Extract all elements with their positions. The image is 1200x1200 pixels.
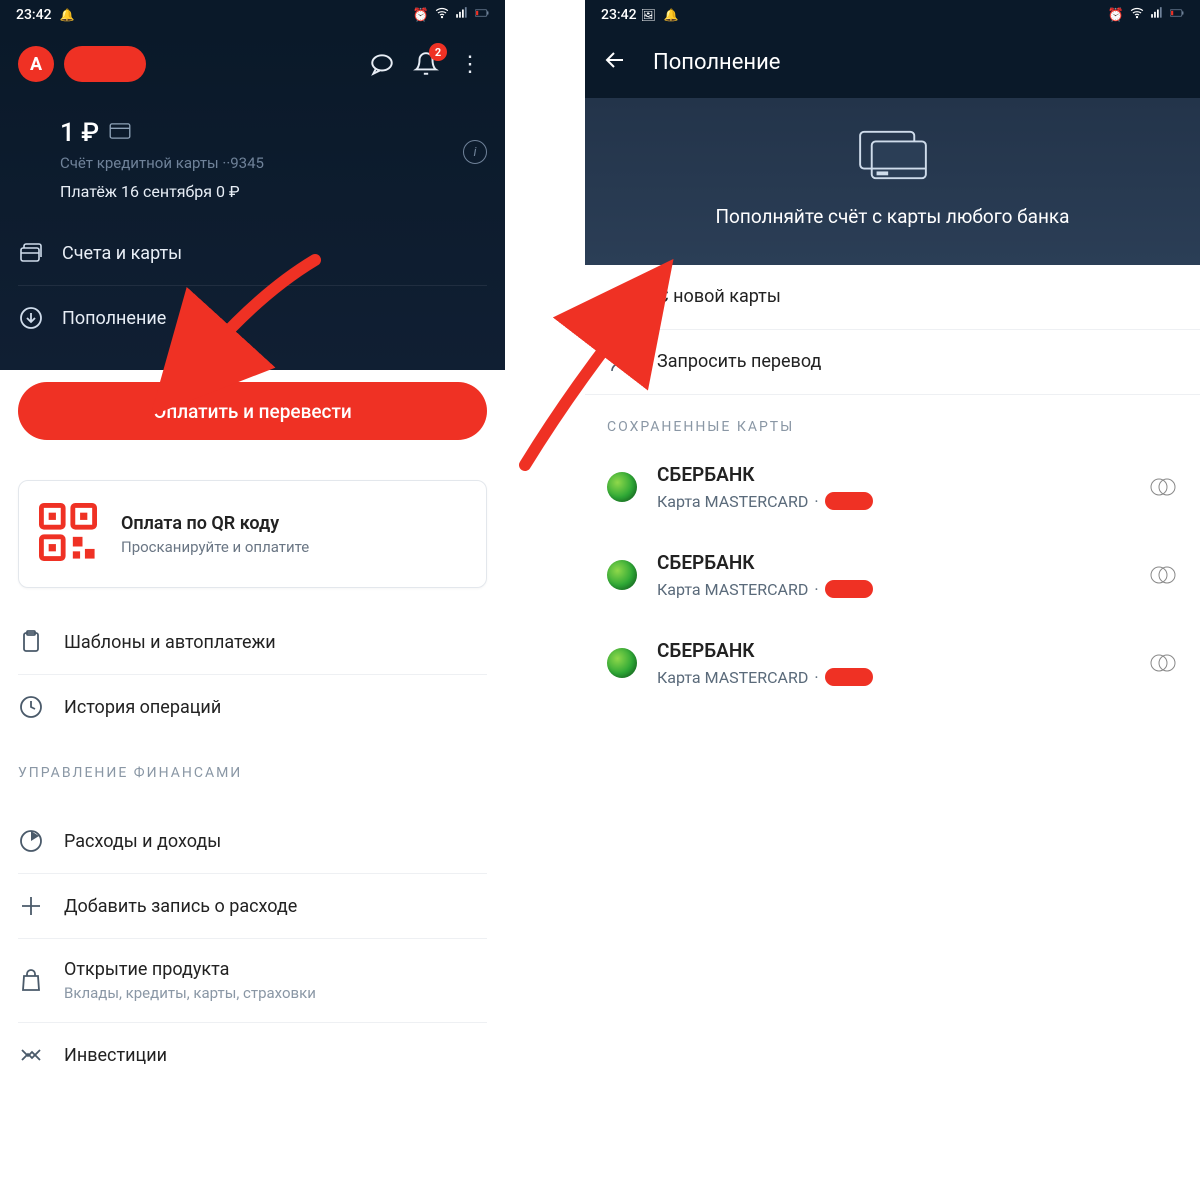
battery-icon	[1170, 6, 1184, 24]
open-product-subtitle: Вклады, кредиты, карты, страховки	[64, 984, 316, 1002]
saved-cards-header: СОХРАНЕННЫЕ КАРТЫ	[585, 395, 1200, 443]
plus-icon	[607, 285, 635, 309]
info-icon[interactable]: i	[463, 140, 487, 164]
balance-amount: 1 ₽	[60, 118, 99, 148]
qr-pay-card[interactable]: 01 Оплата по QR коду Просканируйте и опл…	[18, 480, 487, 588]
clipboard-icon	[18, 630, 44, 654]
cards-stack-icon	[18, 241, 44, 265]
clock-icon	[18, 695, 44, 719]
add-expense-label: Добавить запись о расходе	[64, 896, 297, 917]
battery-icon	[475, 6, 489, 24]
left-phone-screen: 23:42 🔔 ⏰ A 2	[0, 0, 505, 1200]
chat-icon[interactable]	[365, 47, 399, 81]
history-item[interactable]: История операций	[18, 675, 487, 739]
account-header: A 2 ⋮ 1 ₽ Счёт кредитной карты ··9345 Пл…	[0, 30, 505, 370]
open-product-label: Открытие продукта	[64, 959, 316, 980]
back-arrow-icon[interactable]	[603, 48, 627, 76]
alarm-icon: ⏰	[413, 8, 429, 23]
qr-code-icon	[39, 503, 97, 565]
status-bar: 23:42 🖼 🔔 ⏰	[585, 0, 1200, 30]
alarm-icon: ⏰	[1108, 8, 1124, 23]
wifi-icon	[1130, 6, 1144, 24]
expenses-item[interactable]: Расходы и доходы	[18, 809, 487, 874]
card-number-redacted	[825, 580, 873, 598]
sberbank-logo-icon	[607, 560, 637, 590]
saved-card-row[interactable]: СБЕРБАНК Карта MASTERCARD ·	[585, 443, 1200, 531]
saved-card-type: Карта MASTERCARD	[657, 492, 808, 511]
trending-icon	[18, 1043, 44, 1067]
notification-indicator-icon: 🔔	[664, 8, 679, 22]
request-transfer-label: Запросить перевод	[657, 351, 821, 372]
wifi-icon	[435, 6, 449, 24]
hero-text: Пополняйте счёт с карты любого банка	[715, 204, 1069, 231]
topup-item[interactable]: Пополнение	[18, 285, 487, 350]
pay-transfer-label: Оплатить и перевести	[153, 400, 352, 423]
invest-label: Инвестиции	[64, 1045, 167, 1066]
card-number-redacted	[825, 668, 873, 686]
open-product-item[interactable]: Открытие продукта Вклады, кредиты, карты…	[18, 939, 487, 1023]
shopping-bag-icon	[18, 969, 44, 993]
pay-transfer-button[interactable]: Оплатить и перевести	[18, 382, 487, 440]
account-label: Счёт кредитной карты ··9345	[60, 154, 487, 172]
history-label: История операций	[64, 697, 221, 718]
saved-bank-name: СБЕРБАНК	[657, 551, 873, 574]
notification-indicator-icon: 🔔	[60, 8, 75, 22]
cards-hero-icon	[854, 126, 932, 188]
topup-title: Пополнение	[653, 50, 780, 75]
accounts-cards-label: Счета и карты	[62, 243, 182, 264]
saved-card-row[interactable]: СБЕРБАНК Карта MASTERCARD ·	[585, 619, 1200, 707]
status-time: 23:42	[16, 7, 52, 23]
saved-card-type: Карта MASTERCARD	[657, 580, 808, 599]
notification-badge: 2	[429, 43, 447, 61]
signal-icon	[455, 6, 469, 24]
templates-label: Шаблоны и автоплатежи	[64, 632, 276, 653]
status-icons: ⏰	[1108, 6, 1184, 24]
notifications-icon[interactable]: 2	[409, 47, 443, 81]
status-bar: 23:42 🔔 ⏰	[0, 0, 505, 30]
mastercard-icon	[1148, 565, 1178, 585]
add-expense-item[interactable]: Добавить запись о расходе	[18, 874, 487, 939]
topup-hero: Пополняйте счёт с карты любого банка	[585, 98, 1200, 265]
bank-logo-avatar[interactable]: A	[18, 46, 54, 82]
qr-title: Оплата по QR коду	[121, 513, 309, 534]
status-icons: ⏰	[413, 6, 489, 24]
invest-item[interactable]: Инвестиции	[18, 1023, 487, 1087]
person-ruble-icon: ₽	[607, 350, 635, 374]
sberbank-logo-icon	[607, 472, 637, 502]
status-time: 23:42	[601, 7, 637, 23]
accounts-cards-item[interactable]: Счета и карты	[18, 221, 487, 285]
request-transfer-item[interactable]: ₽ Запросить перевод	[585, 330, 1200, 395]
new-card-item[interactable]: С новой карты	[585, 265, 1200, 330]
right-phone-screen: 23:42 🖼 🔔 ⏰ Пополнение Пополняйте счёт с…	[585, 0, 1200, 1200]
saved-card-type: Карта MASTERCARD	[657, 668, 808, 687]
screenshot-indicator-icon: 🖼	[641, 8, 656, 22]
card-icon	[109, 123, 131, 143]
qr-subtitle: Просканируйте и оплатите	[121, 538, 309, 556]
mastercard-icon	[1148, 477, 1178, 497]
templates-item[interactable]: Шаблоны и автоплатежи	[18, 610, 487, 675]
more-menu-icon[interactable]: ⋮	[453, 47, 487, 81]
topup-header: Пополнение	[585, 30, 1200, 98]
user-name-redacted	[64, 46, 146, 82]
svg-text:₽: ₽	[625, 352, 631, 362]
mastercard-icon	[1148, 653, 1178, 673]
plus-icon	[18, 894, 44, 918]
card-number-redacted	[825, 492, 873, 510]
download-circle-icon	[18, 306, 44, 330]
topup-label: Пополнение	[62, 308, 166, 329]
saved-bank-name: СБЕРБАНК	[657, 463, 873, 486]
expenses-label: Расходы и доходы	[64, 831, 221, 852]
finance-section-header: УПРАВЛЕНИЕ ФИНАНСАМИ	[18, 739, 487, 787]
saved-card-row[interactable]: СБЕРБАНК Карта MASTERCARD ·	[585, 531, 1200, 619]
payment-due-line: Платёж 16 сентября 0 ₽	[60, 182, 487, 201]
new-card-label: С новой карты	[657, 286, 781, 307]
signal-icon	[1150, 6, 1164, 24]
sberbank-logo-icon	[607, 648, 637, 678]
pie-chart-icon	[18, 829, 44, 853]
saved-bank-name: СБЕРБАНК	[657, 639, 873, 662]
